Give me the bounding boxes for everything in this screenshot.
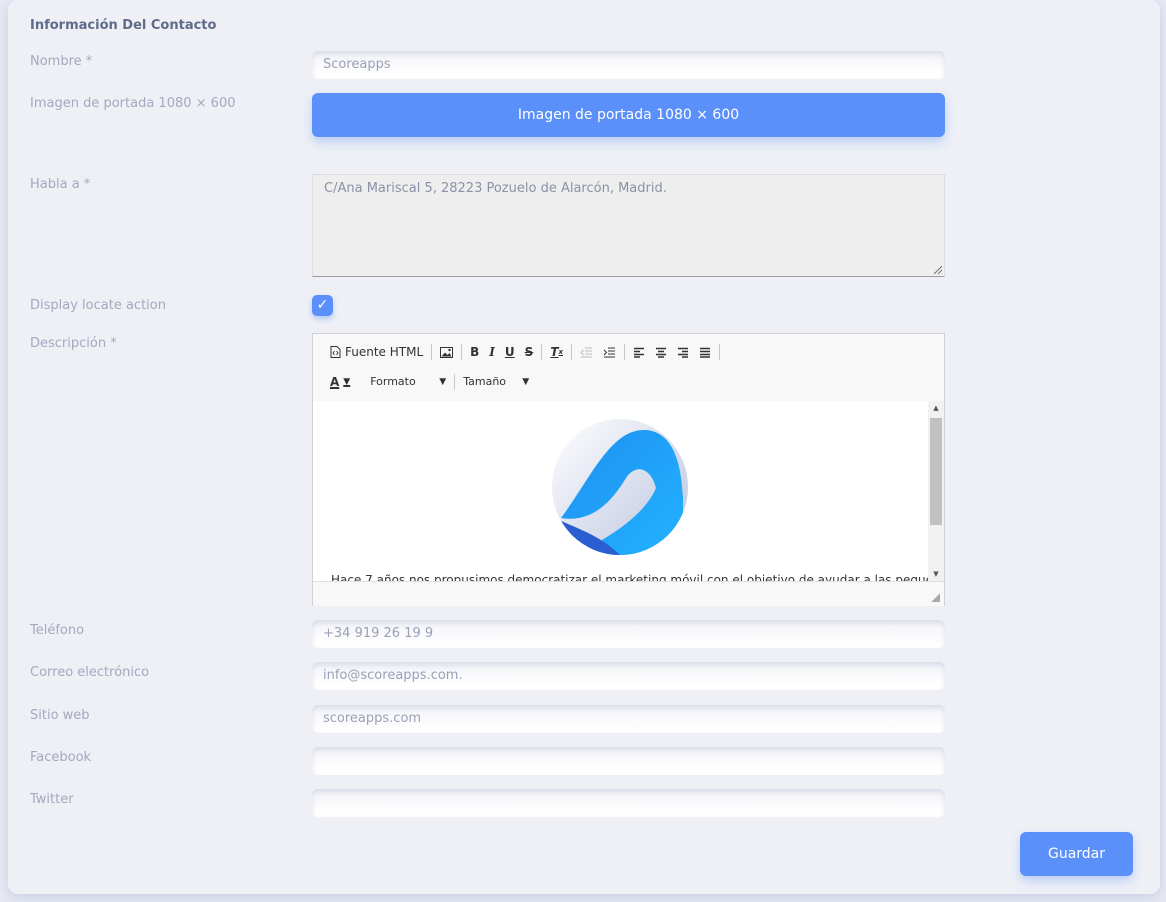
address-label: Habla a * [30,177,91,192]
align-right-icon [678,347,689,358]
locate-action-checkbox[interactable]: ✓ [312,295,333,316]
description-content-text: Hace 7 años nos propusimos democratizar … [331,573,928,581]
align-left-button[interactable] [628,341,650,363]
toolbar-separator [431,344,433,360]
scroll-up-icon[interactable]: ▲ [928,401,944,415]
align-right-button[interactable] [672,341,694,363]
underline-icon: U [504,345,515,359]
align-center-button[interactable] [650,341,672,363]
website-label: Sitio web [30,708,90,723]
justify-button[interactable] [694,341,716,363]
image-icon [440,346,454,358]
strikethrough-icon: S [524,345,534,359]
insert-image-button[interactable] [435,341,458,363]
contact-info-panel: Información Del Contacto Nombre * Scorea… [8,0,1160,894]
locate-action-label: Display locate action [30,298,166,313]
toolbar-separator [461,344,463,360]
scrollbar-thumb[interactable] [930,418,942,525]
text-color-icon: A [330,375,340,389]
outdent-icon [580,347,593,357]
toolbar-separator [719,344,721,360]
italic-icon: I [489,345,495,359]
editor-content-area[interactable]: Hace 7 años nos propusimos democratizar … [313,401,928,581]
chevron-down-icon: ▼ [439,377,447,387]
toolbar-separator [541,344,543,360]
chevron-down-icon: ▼ [343,377,351,387]
size-dropdown[interactable]: Tamaño ▼ [458,371,534,393]
align-left-icon [634,347,645,358]
nombre-label: Nombre * [30,54,93,69]
bold-icon: B [470,345,480,359]
html-source-label: Fuente HTML [345,345,424,359]
phone-label: Teléfono [30,623,85,638]
twitter-label: Twitter [30,792,74,807]
indent-button[interactable] [598,341,621,363]
website-input[interactable]: scoreapps.com [312,705,945,733]
checkmark-icon: ✓ [316,297,329,313]
clear-format-button[interactable]: Tx [545,341,568,363]
format-dropdown[interactable]: Formato ▼ [365,371,451,393]
toolbar-separator [454,374,456,390]
html-source-button[interactable]: Fuente HTML [325,341,428,363]
facebook-label: Facebook [30,750,92,765]
editor-toolbar: Fuente HTML B I U S T x A ▼ Formato ▼ Ta… [313,334,944,402]
text-color-button[interactable]: A ▼ [325,371,355,393]
html-source-icon [330,346,341,358]
save-button[interactable]: Guardar [1020,832,1133,876]
address-textarea[interactable]: C/Ana Mariscal 5, 28223 Pozuelo de Alarc… [312,174,945,277]
address-text: C/Ana Mariscal 5, 28223 Pozuelo de Alarc… [324,181,667,196]
underline-button[interactable]: U [500,341,520,363]
format-dropdown-label: Formato [370,375,416,388]
resize-handle-icon[interactable] [931,593,940,602]
align-center-icon [656,347,667,358]
chevron-down-icon: ▼ [522,377,530,387]
resize-handle-icon[interactable] [934,266,942,274]
nombre-input[interactable]: Scoreapps [312,51,945,79]
size-dropdown-label: Tamaño [463,375,507,388]
clear-format-icon: T [550,345,559,359]
upload-cover-image-button[interactable]: Imagen de portada 1080 × 600 [312,93,945,137]
editor-scrollbar[interactable]: ▲ ▼ [928,401,944,581]
cover-image-label: Imagen de portada 1080 × 600 [30,96,236,111]
italic-button[interactable]: I [484,341,500,363]
phone-input[interactable]: +34 919 26 19 9 [312,620,945,648]
twitter-input[interactable] [312,789,945,817]
toolbar-separator [624,344,626,360]
email-input[interactable]: info@scoreapps.com. [312,662,945,690]
strikethrough-button[interactable]: S [520,341,539,363]
facebook-input[interactable] [312,747,945,775]
rich-text-editor: Fuente HTML B I U S T x A ▼ Formato ▼ Ta… [312,333,945,606]
editor-statusbar [313,581,944,606]
outdent-button[interactable] [575,341,598,363]
email-label: Correo electrónico [30,665,150,680]
bold-button[interactable]: B [465,341,484,363]
scroll-down-icon[interactable]: ▼ [928,567,944,581]
scoreapps-logo-image [551,418,689,556]
section-title: Información Del Contacto [30,18,217,33]
indent-icon [603,347,616,357]
toolbar-separator [571,344,573,360]
justify-icon [700,347,711,358]
description-label: Descripción * [30,336,117,351]
